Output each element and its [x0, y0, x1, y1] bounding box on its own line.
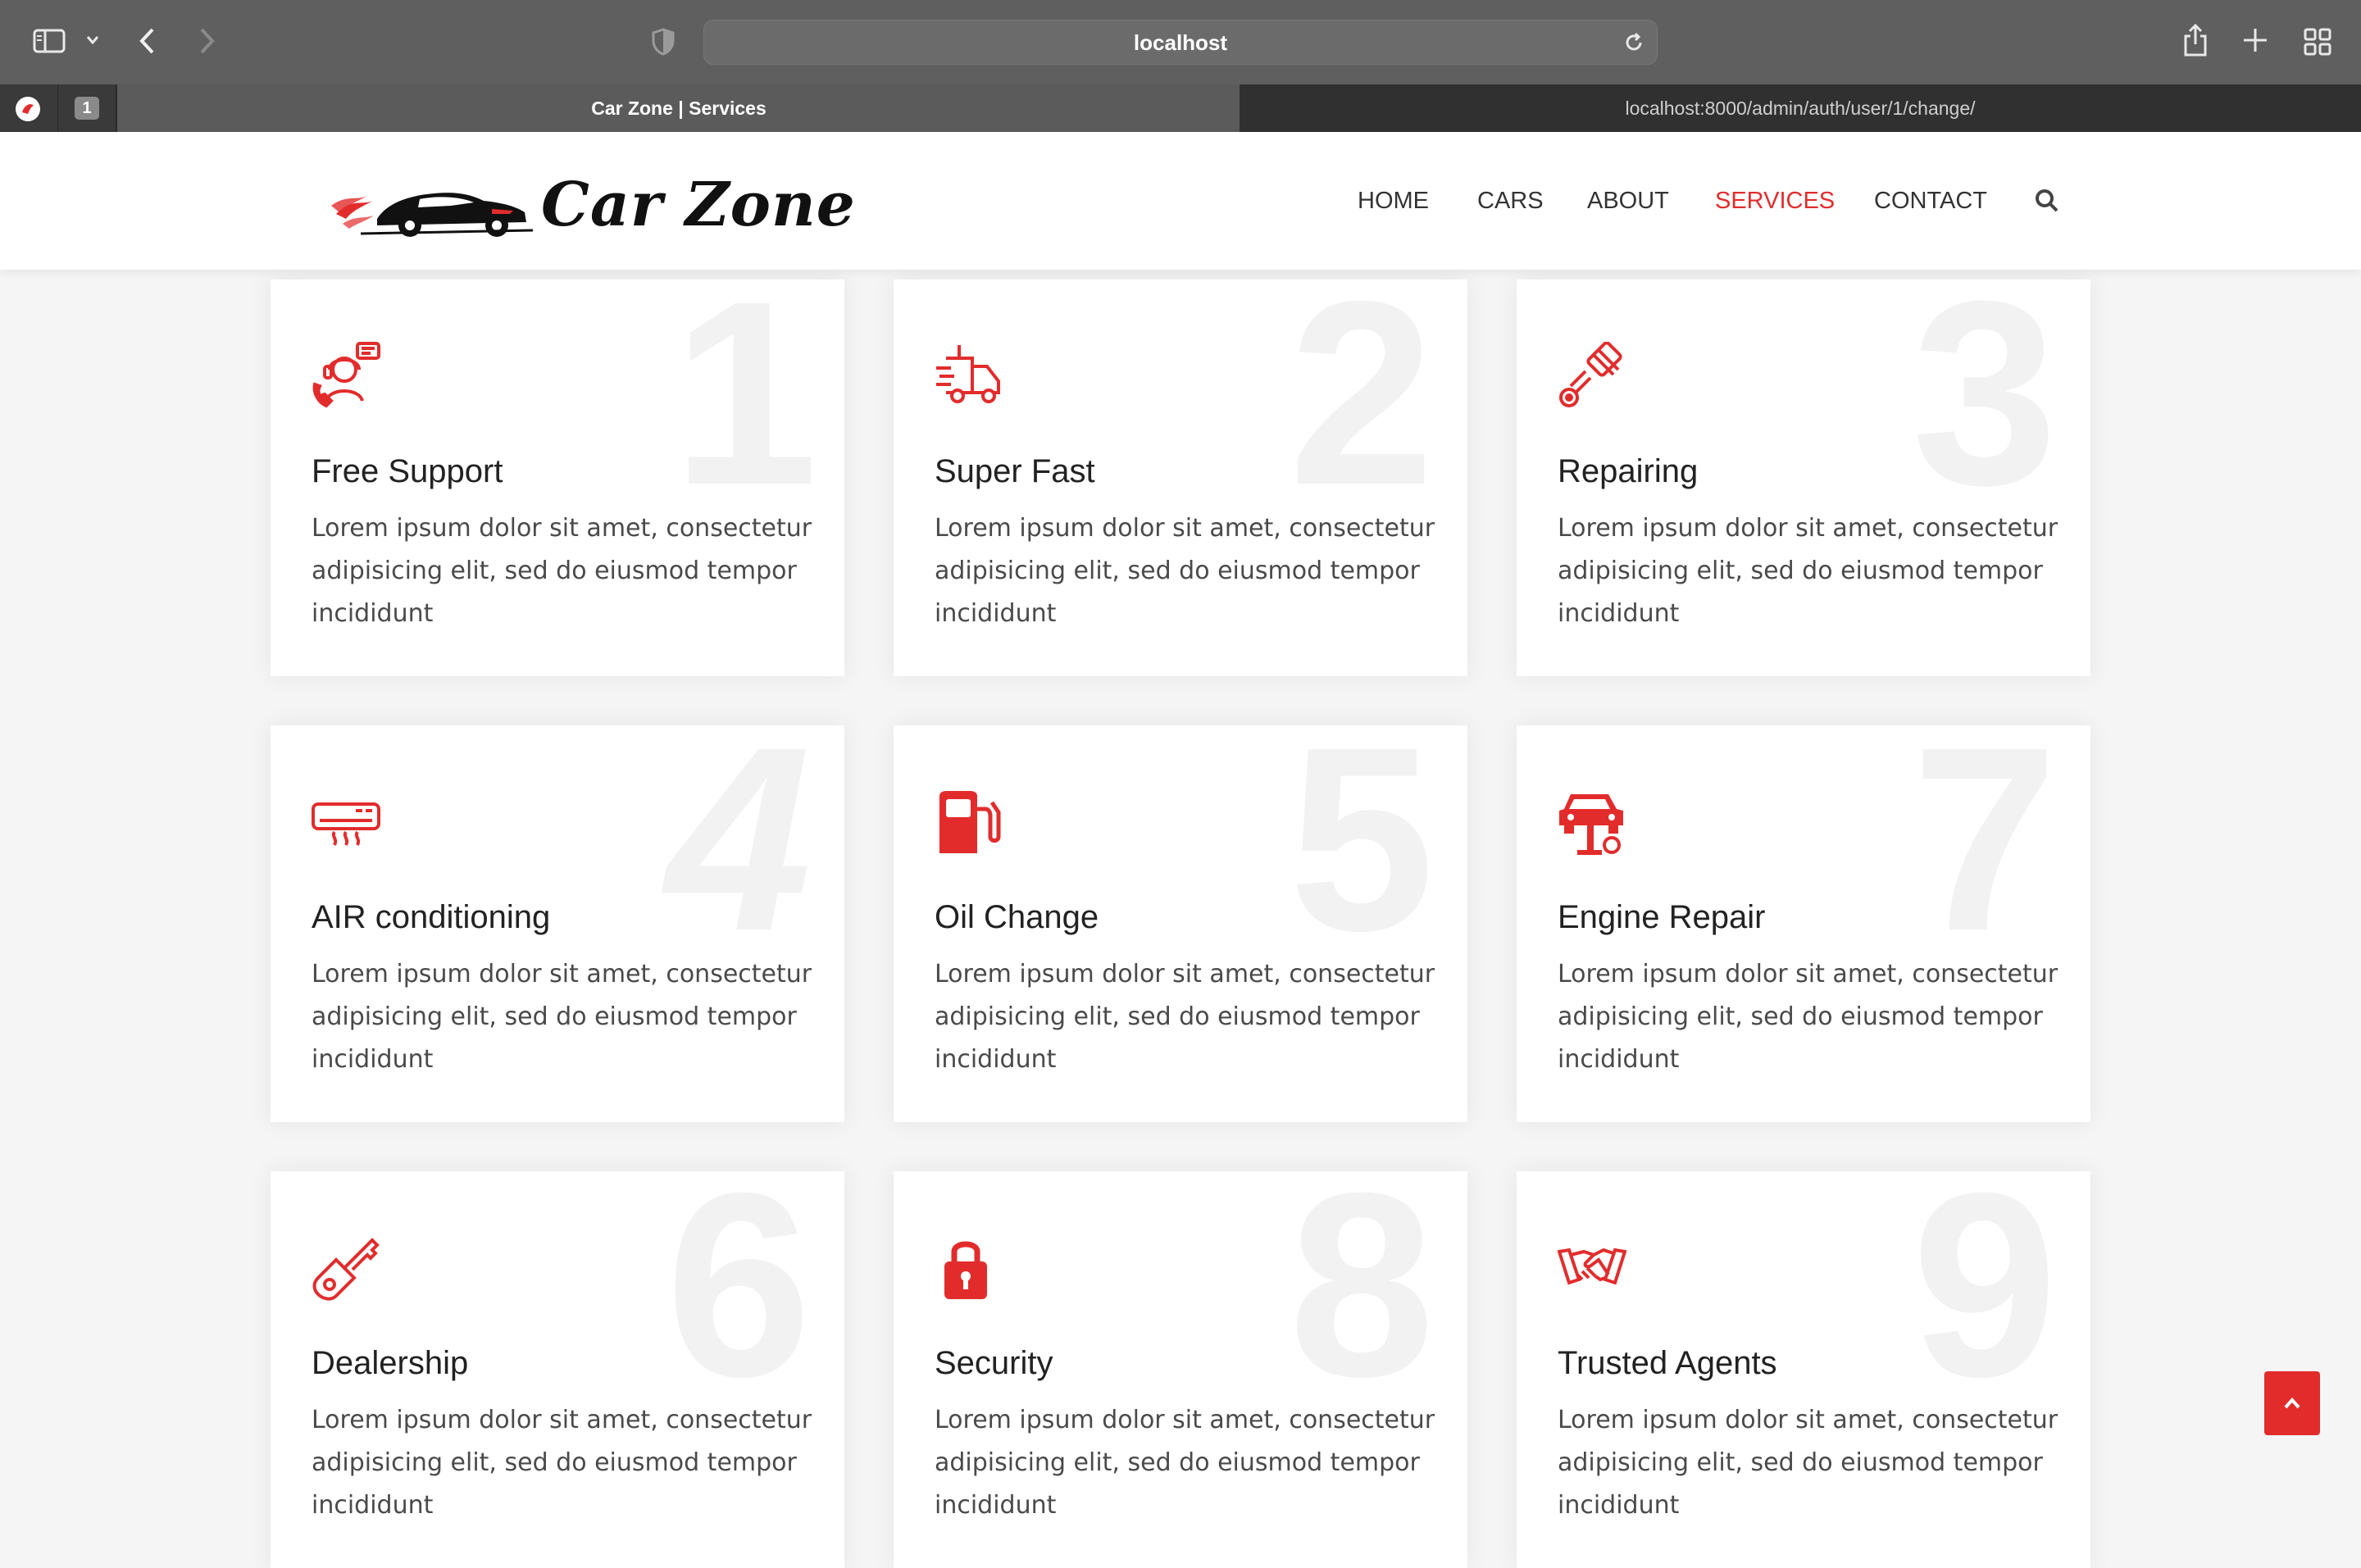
chevron-up-icon [2284, 1397, 2300, 1409]
card-number: 3 [1912, 280, 2058, 539]
service-card-security: 8 Security Lorem ipsum dolor sit amet, c… [894, 1171, 1467, 1568]
card-description: Lorem ipsum dolor sit amet, consectetur … [312, 960, 812, 1074]
reload-icon[interactable] [1622, 31, 1645, 58]
card-description: Lorem ipsum dolor sit amet, consectetur … [1558, 960, 2058, 1074]
handshake-icon [1557, 1234, 1627, 1302]
air-conditioner-icon [312, 788, 380, 857]
forward-icon[interactable] [197, 26, 216, 60]
fast-truck-icon [935, 342, 1003, 411]
privacy-shield-icon[interactable] [651, 28, 676, 60]
card-description: Lorem ipsum dolor sit amet, consectetur … [935, 1406, 1435, 1520]
site-header: Car Zone HOME CARS ABOUT SERVICES CONTAC… [0, 132, 2361, 270]
card-number: 6 [666, 1171, 812, 1431]
card-number: 2 [1289, 280, 1435, 539]
site-favicon-icon [16, 97, 40, 121]
card-title: Security [935, 1345, 1053, 1381]
card-number: 8 [1289, 1171, 1435, 1431]
back-icon[interactable] [138, 26, 157, 60]
fuel-pump-icon [935, 788, 1003, 857]
card-description: Lorem ipsum dolor sit amet, consectetur … [1558, 514, 2058, 628]
card-title: Dealership [312, 1345, 469, 1381]
nav-services[interactable]: SERVICES [1715, 132, 1835, 270]
main-nav: HOME CARS ABOUT SERVICES CONTACT [0, 132, 2361, 270]
card-title: Trusted Agents [1558, 1345, 1777, 1381]
car-lift-icon [1558, 788, 1626, 857]
tab-label: Car Zone | Services [591, 98, 767, 119]
service-card-air-conditioning: 4 AIR conditioning Lorem ipsum dolor sit… [271, 725, 844, 1122]
tab-label: localhost:8000/admin/auth/user/1/change/ [1625, 98, 1976, 119]
nav-about[interactable]: ABOUT [1587, 132, 1669, 270]
car-key-icon [312, 1234, 380, 1302]
nav-cars[interactable]: CARS [1477, 132, 1544, 270]
tab-car-zone-services[interactable]: Car Zone | Services [116, 84, 1241, 132]
back-to-top-button[interactable] [2264, 1371, 2320, 1435]
service-card-engine-repair: 7 Engine Repair Lorem ipsum dolor sit am… [1517, 725, 2090, 1122]
padlock-icon [935, 1234, 1003, 1302]
service-card-dealership: 6 Dealership Lorem ipsum dolor sit amet,… [271, 1171, 844, 1568]
card-description: Lorem ipsum dolor sit amet, consectetur … [312, 1406, 812, 1520]
tab-group-badge[interactable]: 1 [58, 84, 116, 132]
address-text: localhost [1133, 30, 1228, 55]
service-card-trusted-agents: 9 Trusted Agents Lorem ipsum dolor sit a… [1517, 1171, 2090, 1568]
service-card-oil-change: 5 Oil Change Lorem ipsum dolor sit amet,… [894, 725, 1467, 1122]
service-card-super-fast: 2 Super Fast Lorem ipsum dolor sit amet,… [894, 280, 1467, 676]
tab-strip: 1 Car Zone | Services localhost:8000/adm… [0, 84, 2361, 132]
service-card-repairing: 3 Repairing Lorem ipsum dolor sit amet, … [1517, 280, 2090, 676]
card-title: Oil Change [935, 899, 1099, 935]
card-number: 4 [666, 725, 812, 985]
tab-admin-user-change[interactable]: localhost:8000/admin/auth/user/1/change/ [1240, 84, 2361, 132]
support-agent-icon [312, 342, 380, 411]
card-title: AIR conditioning [312, 899, 551, 935]
card-number: 9 [1912, 1171, 2058, 1431]
sidebar-toggle-icon[interactable] [33, 28, 66, 54]
browser-toolbar: localhost [0, 0, 2361, 84]
nav-home[interactable]: HOME [1358, 132, 1429, 270]
tab-count-badge: 1 [75, 97, 99, 120]
card-description: Lorem ipsum dolor sit amet, consectetur … [935, 514, 1435, 628]
card-title: Engine Repair [1558, 899, 1766, 935]
card-description: Lorem ipsum dolor sit amet, consectetur … [1558, 1406, 2058, 1520]
chevron-down-icon[interactable] [85, 34, 100, 50]
new-tab-icon[interactable] [2241, 26, 2269, 58]
card-description: Lorem ipsum dolor sit amet, consectetur … [935, 960, 1435, 1074]
card-title: Super Fast [935, 453, 1095, 489]
card-number: 7 [1912, 725, 2058, 985]
service-card-free-support: 1 Free Support Lorem ipsum dolor sit ame… [271, 280, 844, 676]
card-description: Lorem ipsum dolor sit amet, consectetur … [312, 514, 812, 628]
pinned-tab[interactable] [0, 84, 58, 132]
tab-overview-icon[interactable] [2304, 28, 2331, 60]
share-icon[interactable] [2182, 23, 2209, 61]
nav-contact[interactable]: CONTACT [1874, 132, 1987, 270]
piston-icon [1558, 341, 1626, 411]
card-title: Free Support [312, 453, 503, 489]
address-bar[interactable]: localhost [703, 20, 1658, 65]
card-number: 1 [672, 280, 818, 539]
card-title: Repairing [1558, 453, 1699, 489]
card-number: 5 [1289, 725, 1435, 985]
search-icon[interactable] [2035, 189, 2059, 217]
